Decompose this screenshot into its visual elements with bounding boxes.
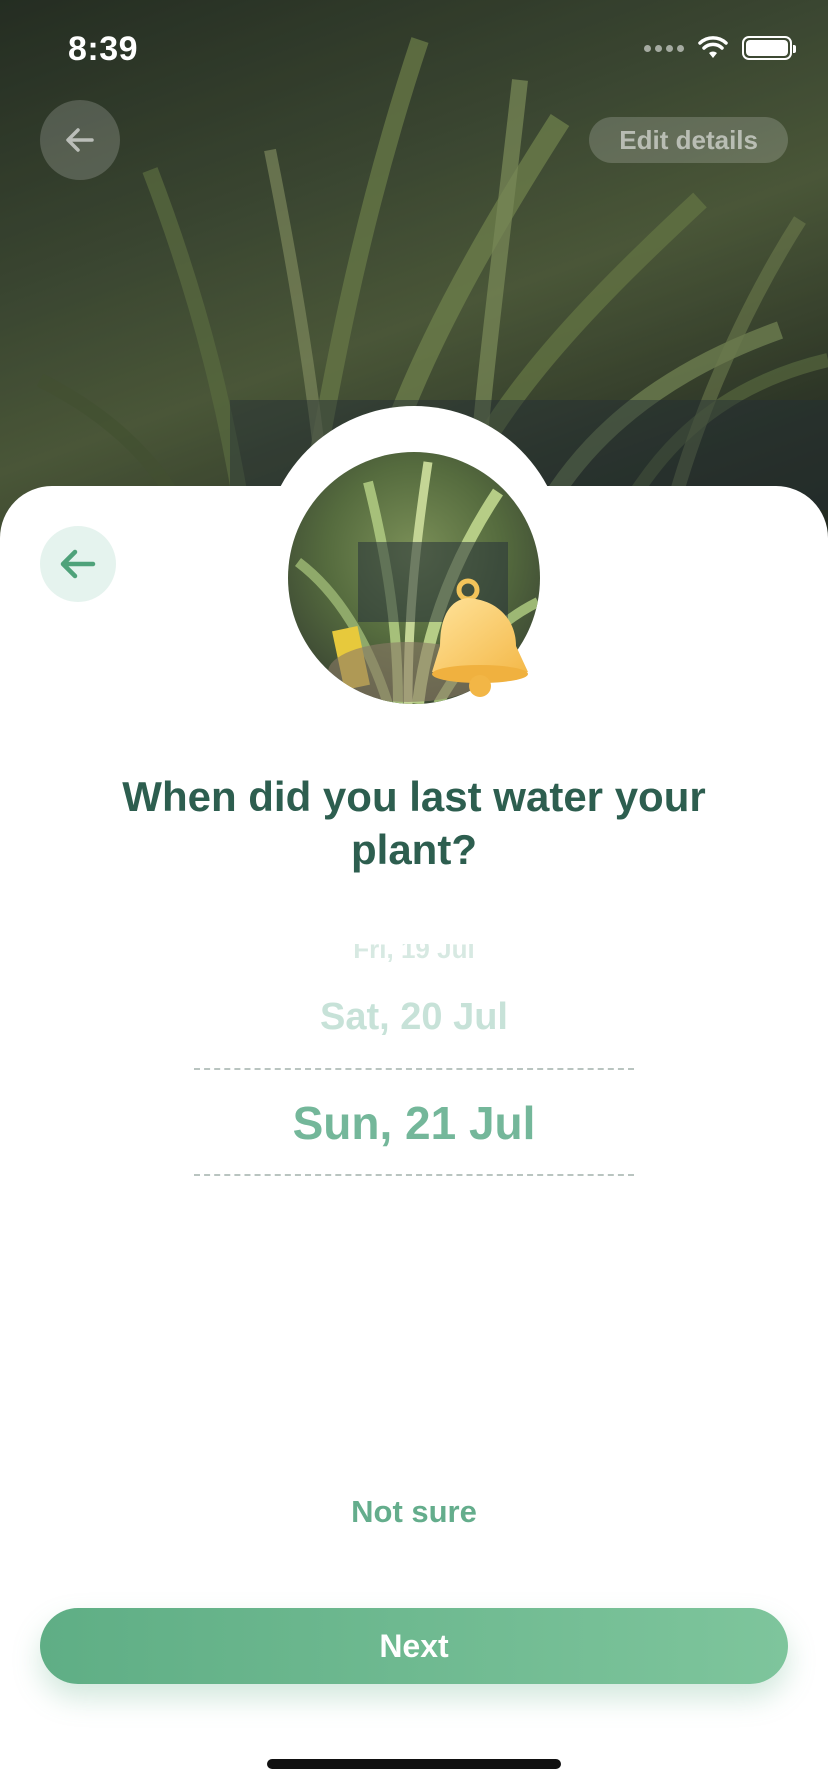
home-indicator: [267, 1759, 561, 1769]
arrow-left-icon: [66, 128, 94, 152]
date-option-label: Fri, 19 Jul: [353, 944, 475, 964]
selection-divider: [194, 1174, 634, 1176]
sheet-back-button[interactable]: [40, 526, 116, 602]
date-option-selected[interactable]: Sun, 21 Jul: [194, 1096, 634, 1150]
wifi-icon: [698, 36, 728, 58]
signal-dots-icon: [644, 44, 684, 52]
question-heading: When did you last water your plant?: [122, 773, 706, 873]
date-option[interactable]: Fri, 19 Jul: [194, 944, 634, 966]
not-sure-button[interactable]: Not sure: [0, 1494, 828, 1530]
arrow-left-icon: [60, 549, 96, 579]
date-option[interactable]: Sat, 20 Jul: [194, 996, 634, 1039]
status-icons: [644, 36, 796, 60]
selection-divider: [194, 1068, 634, 1070]
bell-icon: [432, 578, 528, 697]
edit-details-button[interactable]: Edit details: [589, 117, 788, 163]
next-button[interactable]: Next: [40, 1608, 788, 1684]
battery-icon: [742, 36, 796, 60]
status-time: 8:39: [68, 30, 139, 68]
water-reminder-screen: 8:39 Edit details When did you last wate…: [0, 0, 828, 1792]
header-back-button[interactable]: [40, 100, 120, 180]
date-wheel-picker[interactable]: Fri, 19 Jul Sat, 20 Jul Sun, 21 Jul: [194, 936, 634, 1196]
